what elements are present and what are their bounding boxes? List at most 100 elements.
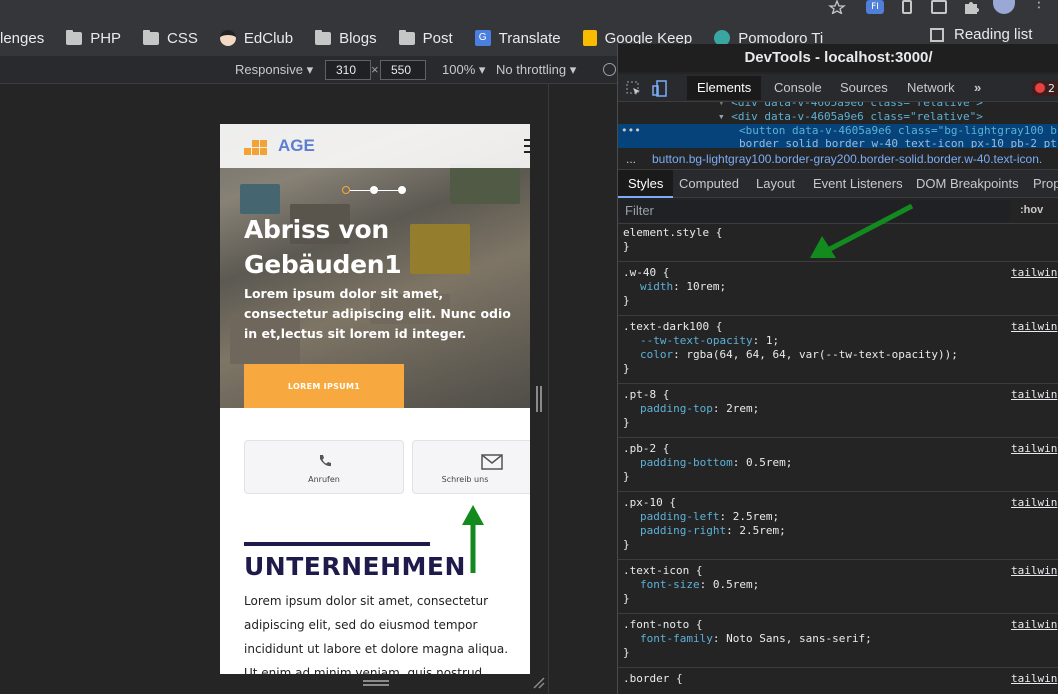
puzzle-icon[interactable] xyxy=(962,0,980,14)
css-value[interactable]: Noto Sans, sans-serif; xyxy=(726,632,872,645)
css-rule[interactable]: .w-40 {tailwin width: 10rem;} xyxy=(618,266,1058,316)
responsive-dropdown[interactable]: Responsive ▾ xyxy=(235,62,313,78)
css-property[interactable]: padding-bottom xyxy=(640,456,733,469)
css-property[interactable]: color xyxy=(640,348,673,361)
device-toggle-icon[interactable] xyxy=(652,80,668,98)
hamburger-menu-icon[interactable] xyxy=(524,139,530,153)
tab-console[interactable]: Console xyxy=(774,80,822,95)
css-source-link[interactable]: tailwin xyxy=(1011,266,1057,279)
css-selector[interactable]: .px-10 { xyxy=(623,496,676,509)
css-rule[interactable]: .px-10 {tailwin padding-left: 2.5rem; padd… xyxy=(618,496,1058,560)
breadcrumb[interactable]: ... button.bg-lightgray100.border-gray20… xyxy=(618,148,1058,170)
resize-corner-icon[interactable] xyxy=(532,676,546,690)
css-property[interactable]: width xyxy=(640,280,673,293)
css-value[interactable]: 0.5rem; xyxy=(713,578,759,591)
slide-dot[interactable] xyxy=(370,186,378,194)
css-declaration[interactable]: padding-top: 2rem; xyxy=(640,402,759,415)
tab-computed[interactable]: Computed xyxy=(679,176,739,191)
css-property[interactable]: padding-top xyxy=(640,402,713,415)
dom-node-button-selected[interactable]: ••• <button data-v-4605a9e6 class="bg-li… xyxy=(618,124,1058,150)
avatar[interactable] xyxy=(993,0,1015,14)
css-selector[interactable]: element.style { xyxy=(623,226,722,239)
bookmark-edclub[interactable]: EdClub xyxy=(219,30,293,47)
css-rule[interactable]: .text-dark100 { tailwin --tw-text-opacity:… xyxy=(618,320,1058,384)
rotate-icon[interactable] xyxy=(603,63,616,76)
width-input[interactable] xyxy=(325,60,371,80)
css-value[interactable]: 10rem; xyxy=(686,280,726,293)
css-property[interactable]: padding-right xyxy=(640,524,726,537)
tab-styles[interactable]: Styles xyxy=(618,170,674,198)
css-source-link[interactable]: tailwin xyxy=(1011,388,1057,401)
css-source-link[interactable]: tailwin xyxy=(1011,564,1057,577)
slide-dot[interactable] xyxy=(342,186,350,194)
bookmark-translate[interactable]: G Translate xyxy=(474,30,561,47)
hero-cta-button[interactable]: LOREM IPSUM1 xyxy=(244,364,404,408)
css-property[interactable]: font-size xyxy=(640,578,700,591)
tab-sources[interactable]: Sources xyxy=(840,80,888,95)
slide-dot[interactable] xyxy=(398,186,406,194)
css-rule[interactable]: .pt-8 {tailwin padding-top: 2rem;} xyxy=(618,388,1058,438)
star-icon[interactable] xyxy=(828,0,846,14)
css-declaration[interactable]: width: 10rem; xyxy=(640,280,726,293)
css-selector[interactable]: .pb-2 { xyxy=(623,442,669,455)
bookmark-css[interactable]: CSS xyxy=(143,29,198,47)
extension-fi-icon[interactable]: FI xyxy=(866,0,884,14)
call-button[interactable]: Anrufen xyxy=(244,440,404,494)
dom-node-partial[interactable]: ▾ <div data-v-4605a9e6 class="relative"> xyxy=(718,102,983,109)
css-declaration[interactable]: color: rgba(64, 64, 64, var(--tw-text-op… xyxy=(640,348,958,361)
css-source-link[interactable]: tailwin xyxy=(1011,442,1057,455)
bookmark-php[interactable]: PHP xyxy=(66,29,121,47)
css-selector[interactable]: .text-icon { xyxy=(623,564,702,577)
css-property[interactable]: padding-left xyxy=(640,510,719,523)
more-tabs-button[interactable]: » xyxy=(974,80,981,95)
css-value[interactable]: 2rem; xyxy=(726,402,759,415)
css-value[interactable]: 1; xyxy=(766,334,779,347)
css-source-link[interactable]: tailwin xyxy=(1011,320,1057,333)
bookmark-post[interactable]: Post xyxy=(398,29,453,47)
css-declaration[interactable]: padding-bottom: 0.5rem; xyxy=(640,456,792,469)
css-declaration[interactable]: padding-left: 2.5rem; xyxy=(640,510,779,523)
css-selector[interactable]: .font-noto { xyxy=(623,618,702,631)
css-selector[interactable]: .text-dark100 { xyxy=(623,320,722,333)
css-property[interactable]: font-family xyxy=(640,632,713,645)
css-source-link[interactable]: tailwin xyxy=(1011,672,1057,685)
write-us-button[interactable]: Schreib uns xyxy=(412,440,530,494)
css-declaration[interactable]: font-size: 0.5rem; xyxy=(640,578,759,591)
tab-network[interactable]: Network xyxy=(907,80,955,95)
bookmark-challenges[interactable]: lenges xyxy=(0,30,44,47)
inspect-element-icon[interactable] xyxy=(626,81,642,97)
css-declaration[interactable]: --tw-text-opacity: 1; xyxy=(640,334,779,347)
brand-name[interactable]: AGE xyxy=(278,136,315,156)
tab-properties[interactable]: Prop xyxy=(1033,176,1058,191)
tab-layout[interactable]: Layout xyxy=(756,176,795,191)
css-rule[interactable]: .pb-2 {tailwin padding-bottom: 0.5rem;} xyxy=(618,442,1058,492)
tab-elements[interactable]: Elements xyxy=(687,76,762,100)
zoom-dropdown[interactable]: 100% ▾ xyxy=(442,62,485,78)
kebab-menu-icon[interactable]: ⋮ xyxy=(1032,0,1046,14)
css-value[interactable]: 2.5rem; xyxy=(733,510,779,523)
resize-handle-right[interactable] xyxy=(536,386,542,412)
extension-phone-icon[interactable] xyxy=(902,0,912,14)
error-badge[interactable]: 2 xyxy=(1032,81,1058,96)
hover-state-button[interactable]: :hov xyxy=(1020,204,1043,216)
tab-dom-breakpoints[interactable]: DOM Breakpoints xyxy=(916,176,1019,191)
css-rule[interactable]: .font-noto { tailwin font-family: Noto San… xyxy=(618,618,1058,668)
extension-search-icon[interactable] xyxy=(931,0,947,14)
css-value[interactable]: rgba(64, 64, 64, var(--tw-text-opacity))… xyxy=(686,348,958,361)
css-value[interactable]: 0.5rem; xyxy=(746,456,792,469)
breadcrumb-ellipsis[interactable]: ... xyxy=(626,148,636,169)
css-declaration[interactable]: padding-right: 2.5rem; xyxy=(640,524,786,537)
height-input[interactable] xyxy=(380,60,426,80)
css-value[interactable]: 2.5rem; xyxy=(739,524,785,537)
bookmark-blogs[interactable]: Blogs xyxy=(315,29,377,47)
css-source-link[interactable]: tailwin xyxy=(1011,618,1057,631)
dom-node-div[interactable]: ▾ <div data-v-4605a9e6 class="relative"> xyxy=(718,110,983,123)
css-selector[interactable]: .pt-8 { xyxy=(623,388,669,401)
css-selector[interactable]: .w-40 { xyxy=(623,266,669,279)
throttling-dropdown[interactable]: No throttling ▾ xyxy=(496,62,576,78)
css-rule[interactable]: .border { tailwin xyxy=(618,672,1058,694)
tab-event-listeners[interactable]: Event Listeners xyxy=(813,176,903,191)
css-property[interactable]: --tw-text-opacity xyxy=(640,334,753,347)
css-declaration[interactable]: font-family: Noto Sans, sans-serif; xyxy=(640,632,872,645)
css-selector[interactable]: .border { xyxy=(623,672,683,685)
